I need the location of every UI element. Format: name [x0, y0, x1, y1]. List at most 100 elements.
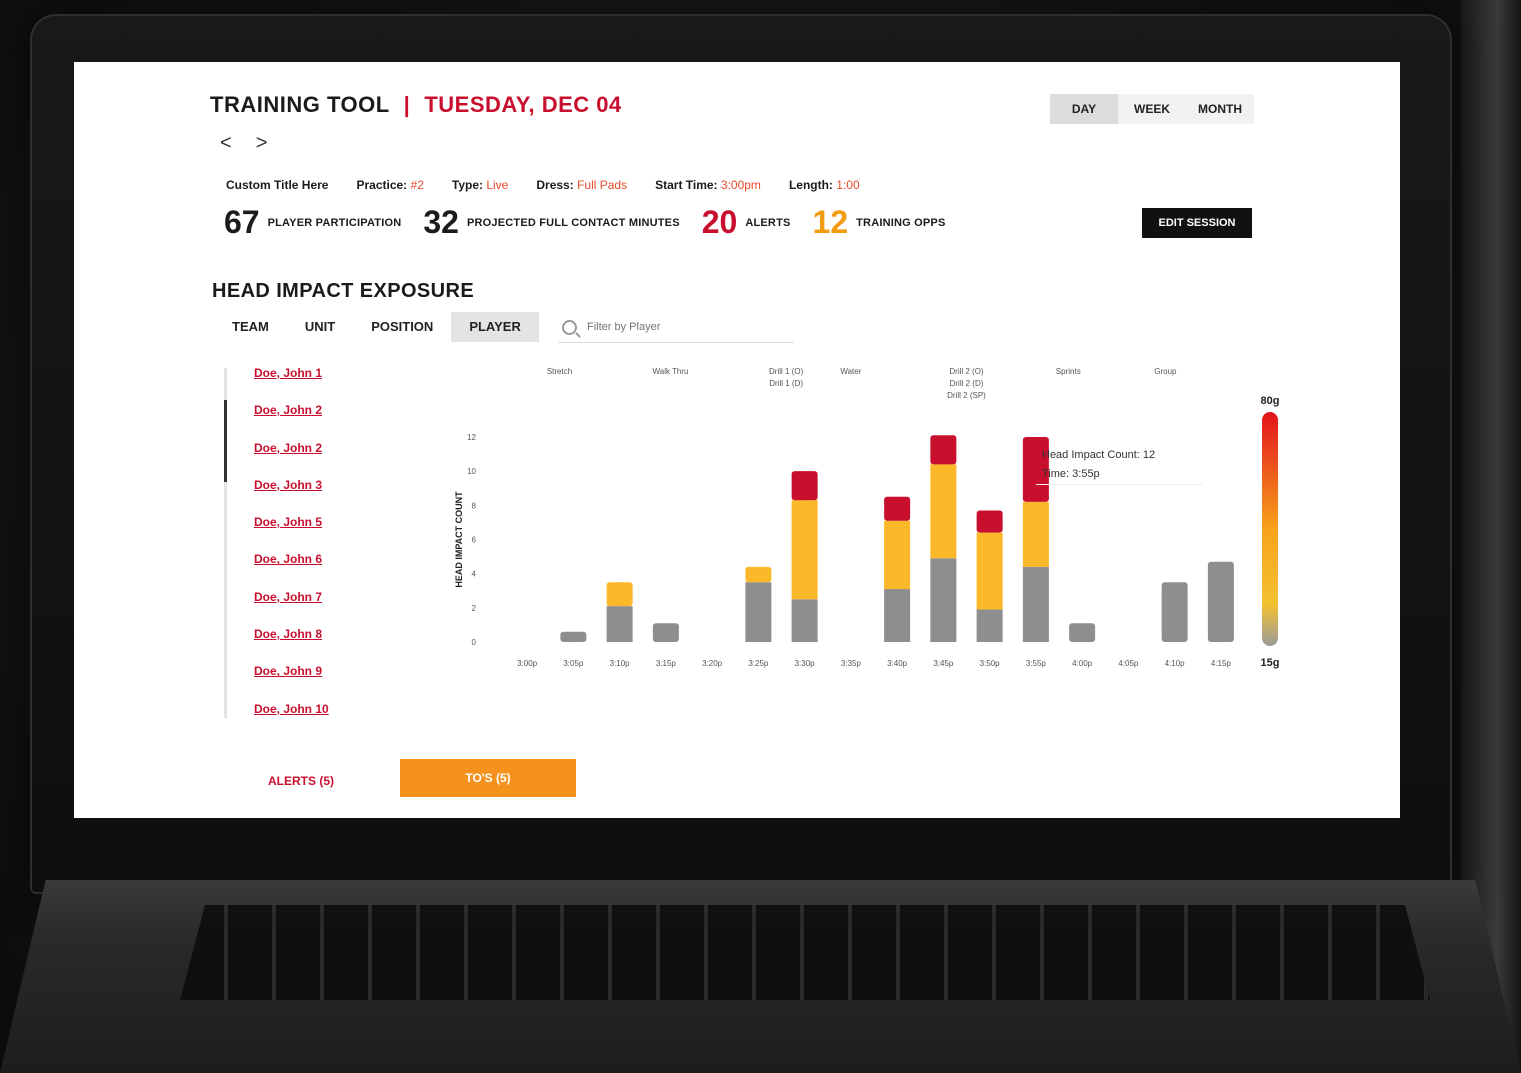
app-title: TRAINING TOOL	[210, 92, 390, 117]
bar-segment[interactable]	[606, 606, 633, 642]
x-tick-label: 3:45p	[933, 659, 954, 668]
session-title: Custom Title Here	[226, 178, 329, 192]
contact-minutes-label: PROJECTED FULL CONTACT MINUTES	[466, 216, 680, 229]
tab-day[interactable]: DAY	[1050, 94, 1118, 124]
bar-segment[interactable]	[976, 510, 1003, 533]
bar-segment[interactable]	[652, 623, 679, 642]
y-tick-label: 4	[472, 570, 477, 579]
dress-label: Dress:	[536, 178, 574, 192]
player-link[interactable]: Doe, John 1	[254, 364, 329, 401]
training-opps-value: 12	[812, 204, 849, 240]
x-tick-label: 3:05p	[563, 659, 584, 668]
head-impact-chart: HEAD IMPACT COUNT 0 2 4 6 8 10 12 3:00p 3:05p 3:10…	[454, 367, 1280, 669]
tos-button[interactable]: TO'S (5)	[400, 759, 576, 797]
y-tick-label: 12	[467, 433, 476, 442]
phase-label: Stretch	[547, 367, 572, 376]
player-link[interactable]: Doe, John 7	[254, 588, 329, 625]
title-separator: |	[403, 92, 411, 117]
participation-value: 67	[224, 204, 260, 240]
session-meta: Custom Title Here Practice: #2 Type: Liv…	[226, 178, 860, 192]
x-tick-label: 4:05p	[1118, 659, 1139, 668]
alerts-value: 20	[701, 204, 738, 240]
tab-player[interactable]: PLAYER	[451, 312, 539, 342]
bar-segment[interactable]	[1161, 582, 1188, 642]
scrollbar-thumb[interactable]	[224, 400, 227, 482]
stat-participation: 67 PLAYER PARTICIPATION	[224, 204, 401, 241]
player-link[interactable]: Doe, John 9	[254, 662, 329, 699]
tooltip-time: Time: 3:55p	[1042, 468, 1100, 480]
filter-input[interactable]	[585, 320, 779, 334]
tab-unit[interactable]: UNIT	[287, 312, 353, 342]
bar-segment[interactable]	[884, 589, 911, 642]
bar-segment[interactable]	[791, 599, 818, 642]
practice-value: #2	[410, 178, 424, 192]
app-screen: TRAINING TOOL | TUESDAY, DEC 04 < > DAY …	[74, 62, 1400, 818]
bar-segment[interactable]	[791, 500, 818, 600]
bar-segment[interactable]	[930, 435, 957, 465]
x-tick-label: 3:25p	[748, 659, 769, 668]
tab-team[interactable]: TEAM	[214, 312, 287, 342]
x-tick-label: 4:10p	[1165, 659, 1186, 668]
alerts-button[interactable]: ALERTS (5)	[268, 774, 334, 788]
phase-label: Drill 2 (D)	[950, 379, 984, 388]
tab-position[interactable]: POSITION	[353, 312, 451, 342]
player-link[interactable]: Doe, John 6	[254, 550, 329, 587]
chevron-left-icon[interactable]: <	[220, 132, 232, 155]
x-tick-label: 3:00p	[517, 659, 538, 668]
phase-label: Drill 2 (SP)	[947, 391, 986, 400]
x-tick-label: 3:50p	[980, 659, 1001, 668]
participation-label: PLAYER PARTICIPATION	[267, 216, 402, 229]
y-tick-label: 0	[472, 638, 477, 647]
current-date: TUESDAY, DEC 04	[424, 92, 622, 117]
start-time-field: Start Time: 3:00pm	[655, 178, 761, 192]
bar-segment[interactable]	[930, 558, 957, 642]
bar-segment[interactable]	[1022, 566, 1049, 642]
search-icon	[562, 319, 577, 335]
tooltip-impact-count: Head Impact Count: 12	[1042, 449, 1156, 461]
g-force-scale	[1262, 412, 1278, 646]
bar-segment[interactable]	[606, 582, 633, 607]
tab-month[interactable]: MONTH	[1186, 94, 1254, 124]
edit-session-button[interactable]: EDIT SESSION	[1142, 208, 1252, 238]
view-tabs: TEAM UNIT POSITION PLAYER	[214, 312, 539, 342]
x-tick-label: 3:15p	[656, 659, 677, 668]
player-link[interactable]: Doe, John 2	[254, 401, 329, 438]
bar-segment[interactable]	[560, 631, 587, 642]
dress-field: Dress: Full Pads	[536, 178, 627, 192]
chart-tooltip: Head Impact Count: 12 Time: 3:55p	[1036, 446, 1203, 485]
player-link[interactable]: Doe, John 8	[254, 625, 329, 662]
page-heading: TRAINING TOOL | TUESDAY, DEC 04	[210, 92, 622, 118]
bar-segment[interactable]	[1022, 501, 1049, 567]
stat-training-opps: 12 TRAINING OPPS	[813, 204, 946, 241]
y-axis-label: HEAD IMPACT COUNT	[454, 491, 464, 588]
chevron-right-icon[interactable]: >	[256, 132, 268, 155]
x-tick-label: 4:00p	[1072, 659, 1093, 668]
player-link[interactable]: Doe, John 10	[254, 700, 329, 737]
bar-segment[interactable]	[745, 566, 772, 583]
x-tick-label: 3:35p	[841, 659, 862, 668]
bar-segment[interactable]	[745, 582, 772, 642]
bar-segment[interactable]	[1207, 561, 1234, 642]
bar-segment[interactable]	[791, 471, 818, 501]
player-link[interactable]: Doe, John 3	[254, 476, 329, 513]
training-opps-label: TRAINING OPPS	[856, 216, 946, 229]
start-time-value: 3:00pm	[720, 178, 761, 192]
bar-segment[interactable]	[884, 520, 911, 590]
scale-min-label: 15g	[1261, 657, 1280, 669]
bar-segment[interactable]	[976, 609, 1003, 642]
bar-segment[interactable]	[884, 496, 911, 521]
date-navigation: < >	[220, 132, 267, 155]
length-value: 1:00	[836, 178, 860, 192]
player-link[interactable]: Doe, John 5	[254, 513, 329, 550]
player-link[interactable]: Doe, John 2	[254, 439, 329, 476]
section-title: HEAD IMPACT EXPOSURE	[212, 280, 475, 302]
stats-row: 67 PLAYER PARTICIPATION 32 PROJECTED FUL…	[224, 204, 946, 241]
player-list-scrollbar[interactable]	[224, 368, 227, 718]
bar-segment[interactable]	[976, 532, 1003, 610]
bar-segment[interactable]	[930, 464, 957, 559]
tab-week[interactable]: WEEK	[1118, 94, 1186, 124]
phase-label: Group	[1154, 367, 1177, 376]
type-label: Type:	[451, 178, 483, 192]
bar-segment[interactable]	[1069, 623, 1096, 642]
phase-label: Drill 2 (O)	[949, 367, 984, 376]
